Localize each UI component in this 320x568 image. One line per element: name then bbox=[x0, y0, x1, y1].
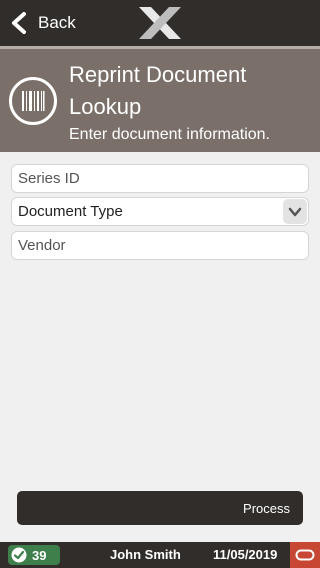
back-label: Back bbox=[38, 13, 76, 32]
document-type-select[interactable]: Document Type bbox=[11, 197, 309, 226]
vendor-input[interactable]: Vendor bbox=[11, 231, 309, 260]
check-icon bbox=[11, 547, 27, 563]
page-subtitle: Enter document information. bbox=[69, 126, 270, 143]
process-label: Process bbox=[243, 500, 290, 516]
status-date: 11/05/2019 bbox=[213, 547, 278, 562]
page-header: Reprint Document Lookup Enter document i… bbox=[0, 46, 320, 152]
oracle-icon[interactable] bbox=[290, 542, 320, 568]
back-button[interactable]: Back bbox=[8, 10, 76, 36]
top-bar: Back bbox=[0, 0, 320, 46]
page-title: Reprint Document Lookup bbox=[69, 62, 247, 119]
chevron-left-icon bbox=[12, 12, 26, 34]
user-name: John Smith bbox=[110, 547, 181, 562]
status-bar: 39 John Smith 11/05/2019 bbox=[0, 542, 320, 568]
task-count-badge[interactable]: 39 bbox=[8, 545, 60, 565]
series-id-input[interactable]: Series ID bbox=[11, 164, 309, 193]
task-count: 39 bbox=[32, 547, 47, 563]
x-logo-icon bbox=[139, 7, 181, 39]
document-type-label: Document Type bbox=[18, 203, 123, 220]
process-button[interactable]: Process bbox=[17, 491, 303, 525]
chevron-down-icon bbox=[283, 199, 307, 224]
barcode-icon bbox=[9, 77, 57, 125]
